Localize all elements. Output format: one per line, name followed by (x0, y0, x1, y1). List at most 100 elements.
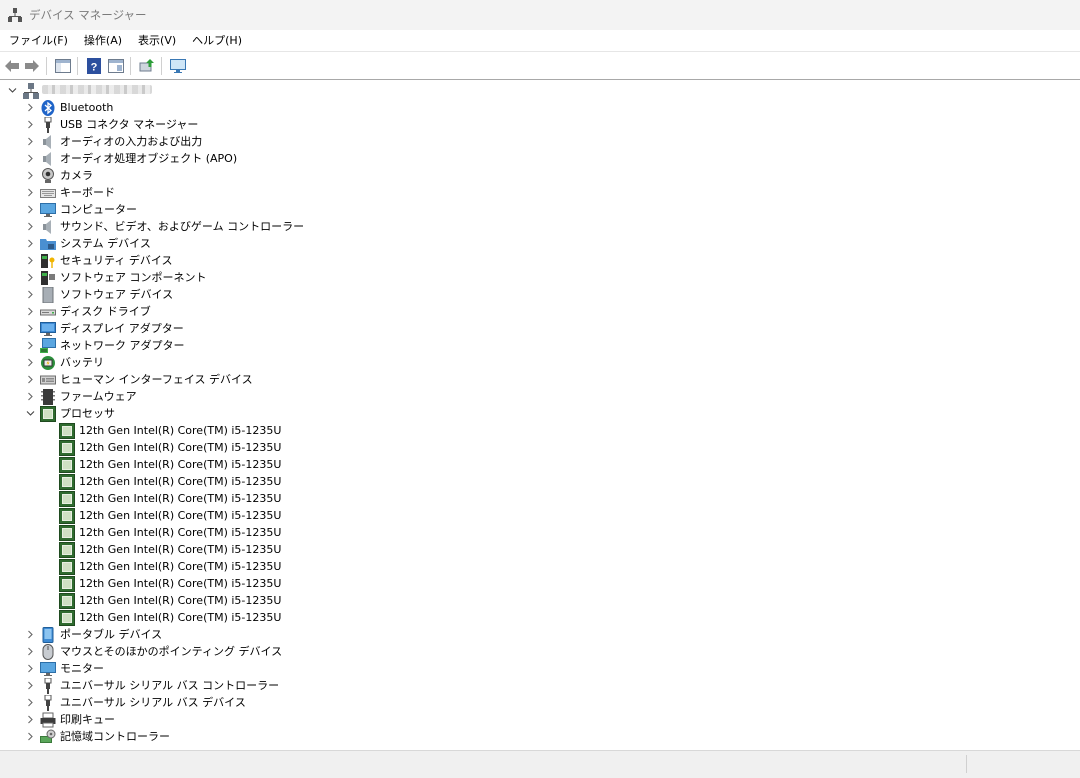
tree-device-item[interactable]: 12th Gen Intel(R) Core(TM) i5-1235U (2, 558, 1078, 575)
tree-device-item[interactable]: 12th Gen Intel(R) Core(TM) i5-1235U (2, 507, 1078, 524)
tree-device-item[interactable]: 12th Gen Intel(R) Core(TM) i5-1235U (2, 541, 1078, 558)
tree-device-item[interactable]: 12th Gen Intel(R) Core(TM) i5-1235U (2, 609, 1078, 626)
chevron-right-icon[interactable] (25, 222, 35, 232)
forward-button[interactable] (22, 56, 42, 76)
tree-category[interactable]: ファームウェア (2, 388, 1078, 405)
tree-category-label: ユニバーサル シリアル バス デバイス (60, 696, 246, 709)
tree-category[interactable]: ヒューマン インターフェイス デバイス (2, 371, 1078, 388)
chevron-right-icon[interactable] (25, 358, 35, 368)
firmware-icon (40, 388, 56, 405)
tree-category[interactable]: システム デバイス (2, 235, 1078, 252)
tree-category[interactable]: モニター (2, 660, 1078, 677)
help-button[interactable]: ? (84, 56, 104, 76)
tree-category[interactable]: プロセッサ (2, 405, 1078, 422)
tree-category[interactable]: バッテリ (2, 354, 1078, 371)
chevron-right-icon[interactable] (25, 324, 35, 334)
chevron-right-icon[interactable] (25, 171, 35, 181)
menu-file[interactable]: ファイル(F) (0, 30, 75, 51)
chevron-right-icon[interactable] (25, 630, 35, 640)
tree-category[interactable]: 印刷キュー (2, 711, 1078, 728)
tree-category[interactable]: オーディオ処理オブジェクト (APO) (2, 150, 1078, 167)
processor-icon (59, 524, 75, 541)
menu-help[interactable]: ヘルプ(H) (183, 30, 249, 51)
device-tree[interactable]: Bluetooth USB コネクタ マネージャー オーディオの入力および出力 オーデ… (2, 80, 1078, 750)
tree-device-item[interactable]: 12th Gen Intel(R) Core(TM) i5-1235U (2, 490, 1078, 507)
tree-category[interactable]: 記憶域コントローラー (2, 728, 1078, 745)
status-bar-divider (966, 755, 967, 773)
chevron-right-icon[interactable] (25, 698, 35, 708)
tree-device-item[interactable]: 12th Gen Intel(R) Core(TM) i5-1235U (2, 422, 1078, 439)
tree-category[interactable]: Bluetooth (2, 99, 1078, 116)
chevron-right-icon[interactable] (25, 256, 35, 266)
tree-device-label: 12th Gen Intel(R) Core(TM) i5-1235U (79, 577, 282, 590)
tree-device-item[interactable]: 12th Gen Intel(R) Core(TM) i5-1235U (2, 456, 1078, 473)
menu-action[interactable]: 操作(A) (75, 30, 129, 51)
chevron-right-icon[interactable] (25, 290, 35, 300)
processor-icon (59, 541, 75, 558)
usb-icon (40, 677, 56, 694)
chevron-right-icon[interactable] (25, 647, 35, 657)
speaker-icon (40, 151, 56, 167)
show-hide-console-tree-button[interactable] (53, 56, 73, 76)
tree-category[interactable]: ユニバーサル シリアル バス デバイス (2, 694, 1078, 711)
tree-category[interactable]: キーボード (2, 184, 1078, 201)
tree-device-item[interactable]: 12th Gen Intel(R) Core(TM) i5-1235U (2, 592, 1078, 609)
chevron-right-icon[interactable] (25, 154, 35, 164)
chevron-right-icon[interactable] (25, 307, 35, 317)
back-button[interactable] (2, 56, 22, 76)
monitor-icon (40, 661, 56, 677)
tree-category[interactable]: コンピューター (2, 201, 1078, 218)
tree-device-item[interactable]: 12th Gen Intel(R) Core(TM) i5-1235U (2, 439, 1078, 456)
tree-device-label: 12th Gen Intel(R) Core(TM) i5-1235U (79, 424, 282, 437)
chevron-right-icon[interactable] (25, 341, 35, 351)
tree-category[interactable]: マウスとそのほかのポインティング デバイス (2, 643, 1078, 660)
tree-category-label: 記憶域コントローラー (60, 730, 170, 743)
tree-category-label: モニター (60, 662, 104, 675)
chevron-right-icon[interactable] (25, 120, 35, 130)
tree-category[interactable]: ディスプレイ アダプター (2, 320, 1078, 337)
chevron-down-icon[interactable] (25, 409, 35, 419)
menu-view[interactable]: 表示(V) (129, 30, 183, 51)
update-driver-button[interactable] (137, 56, 157, 76)
toolbar-separator (130, 56, 131, 75)
tree-category[interactable]: ソフトウェア コンポーネント (2, 269, 1078, 286)
chevron-right-icon[interactable] (25, 732, 35, 742)
status-bar (0, 750, 1080, 778)
chevron-right-icon[interactable] (25, 103, 35, 113)
tree-device-item[interactable]: 12th Gen Intel(R) Core(TM) i5-1235U (2, 575, 1078, 592)
tree-category[interactable]: USB コネクタ マネージャー (2, 116, 1078, 133)
tree-category[interactable]: サウンド、ビデオ、およびゲーム コントローラー (2, 218, 1078, 235)
tree-device-item[interactable]: 12th Gen Intel(R) Core(TM) i5-1235U (2, 524, 1078, 541)
tree-category-label: ヒューマン インターフェイス デバイス (60, 373, 253, 386)
chevron-right-icon[interactable] (25, 715, 35, 725)
processor-icon (59, 507, 75, 524)
tree-category[interactable]: ネットワーク アダプター (2, 337, 1078, 354)
tree-category[interactable]: ポータブル デバイス (2, 626, 1078, 643)
chevron-down-icon[interactable] (7, 86, 17, 96)
chevron-right-icon[interactable] (25, 375, 35, 385)
tree-root-computer[interactable] (2, 82, 1078, 99)
chevron-right-icon[interactable] (25, 137, 35, 147)
chevron-right-icon[interactable] (25, 392, 35, 402)
properties-button[interactable] (106, 56, 126, 76)
chevron-right-icon[interactable] (25, 205, 35, 215)
chevron-right-icon[interactable] (25, 273, 35, 283)
tree-category[interactable]: ディスク ドライブ (2, 303, 1078, 320)
chevron-right-icon[interactable] (25, 681, 35, 691)
tree-category[interactable]: ユニバーサル シリアル バス コントローラー (2, 677, 1078, 694)
chevron-right-icon[interactable] (25, 664, 35, 674)
obscured-computer-name (42, 85, 152, 94)
chevron-right-icon[interactable] (25, 239, 35, 249)
tree-category[interactable]: セキュリティ デバイス (2, 252, 1078, 269)
scan-hardware-button[interactable] (168, 56, 188, 76)
tree-category[interactable]: オーディオの入力および出力 (2, 133, 1078, 150)
tree-category-label: ソフトウェア デバイス (60, 288, 174, 301)
tree-device-label: 12th Gen Intel(R) Core(TM) i5-1235U (79, 543, 282, 556)
tree-category[interactable]: カメラ (2, 167, 1078, 184)
tree-device-label: 12th Gen Intel(R) Core(TM) i5-1235U (79, 594, 282, 607)
tree-category[interactable]: ソフトウェア デバイス (2, 286, 1078, 303)
chevron-right-icon[interactable] (25, 188, 35, 198)
printer-icon (40, 712, 56, 728)
processor-icon (59, 490, 75, 507)
tree-device-item[interactable]: 12th Gen Intel(R) Core(TM) i5-1235U (2, 473, 1078, 490)
